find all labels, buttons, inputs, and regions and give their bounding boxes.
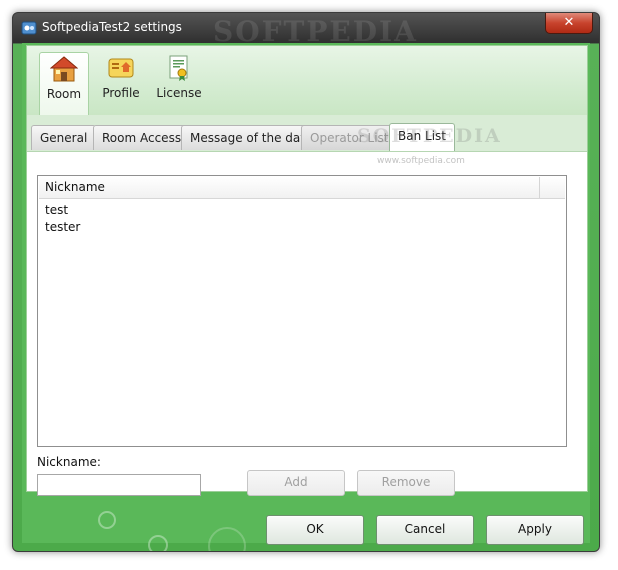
toolbar-room[interactable]: Room [39,52,89,115]
decorative-bubble [208,527,246,551]
column-nickname[interactable]: Nickname [45,180,105,194]
softpedia-url-watermark: www.softpedia.com [377,156,465,166]
toolbar-room-label: Room [46,87,82,101]
app-icon [21,21,37,35]
title-bar[interactable]: SoftpediaTest2 settings SOFTPEDIA ✕ [13,13,599,48]
toolbar-profile[interactable]: Profile [97,52,145,108]
nickname-label: Nickname: [37,455,101,469]
house-icon [50,56,78,82]
list-header: Nickname [39,177,565,199]
list-item[interactable]: test [45,202,80,219]
ok-button[interactable]: OK [266,515,364,545]
column-separator [539,177,540,198]
window-title: SoftpediaTest2 settings [42,20,182,34]
tab-strip: General Room Access Message of the day O… [27,115,587,152]
category-toolbar: Room Profile License [26,45,588,117]
decorative-bubble [148,535,168,551]
toolbar-license[interactable]: License [155,52,203,108]
cancel-button[interactable]: Cancel [376,515,474,545]
settings-panel: General Room Access Message of the day O… [26,115,588,496]
settings-window: SoftpediaTest2 settings SOFTPEDIA ✕ Room [12,12,600,552]
dialog-body: Room Profile License General Room Access… [22,43,590,551]
remove-button[interactable]: Remove [357,470,455,496]
close-button[interactable]: ✕ [545,13,593,34]
nickname-input[interactable] [37,474,201,496]
decorative-bubble [98,511,116,529]
toolbar-profile-label: Profile [102,86,140,100]
list-item[interactable]: tester [45,219,80,236]
profile-card-icon [108,58,134,78]
apply-button[interactable]: Apply [486,515,584,545]
ban-list-rows: test tester [45,202,80,236]
ban-list-box[interactable]: Nickname test tester [37,175,567,447]
tab-room-access[interactable]: Room Access [93,125,191,150]
tab-general[interactable]: General [31,125,97,150]
certificate-icon [169,55,188,81]
softpedia-overlay-watermark: SOFTPEDIA [357,125,502,147]
toolbar-license-label: License [156,86,202,100]
add-button[interactable]: Add [247,470,345,496]
tab-message-of-the-day[interactable]: Message of the day [181,125,317,150]
